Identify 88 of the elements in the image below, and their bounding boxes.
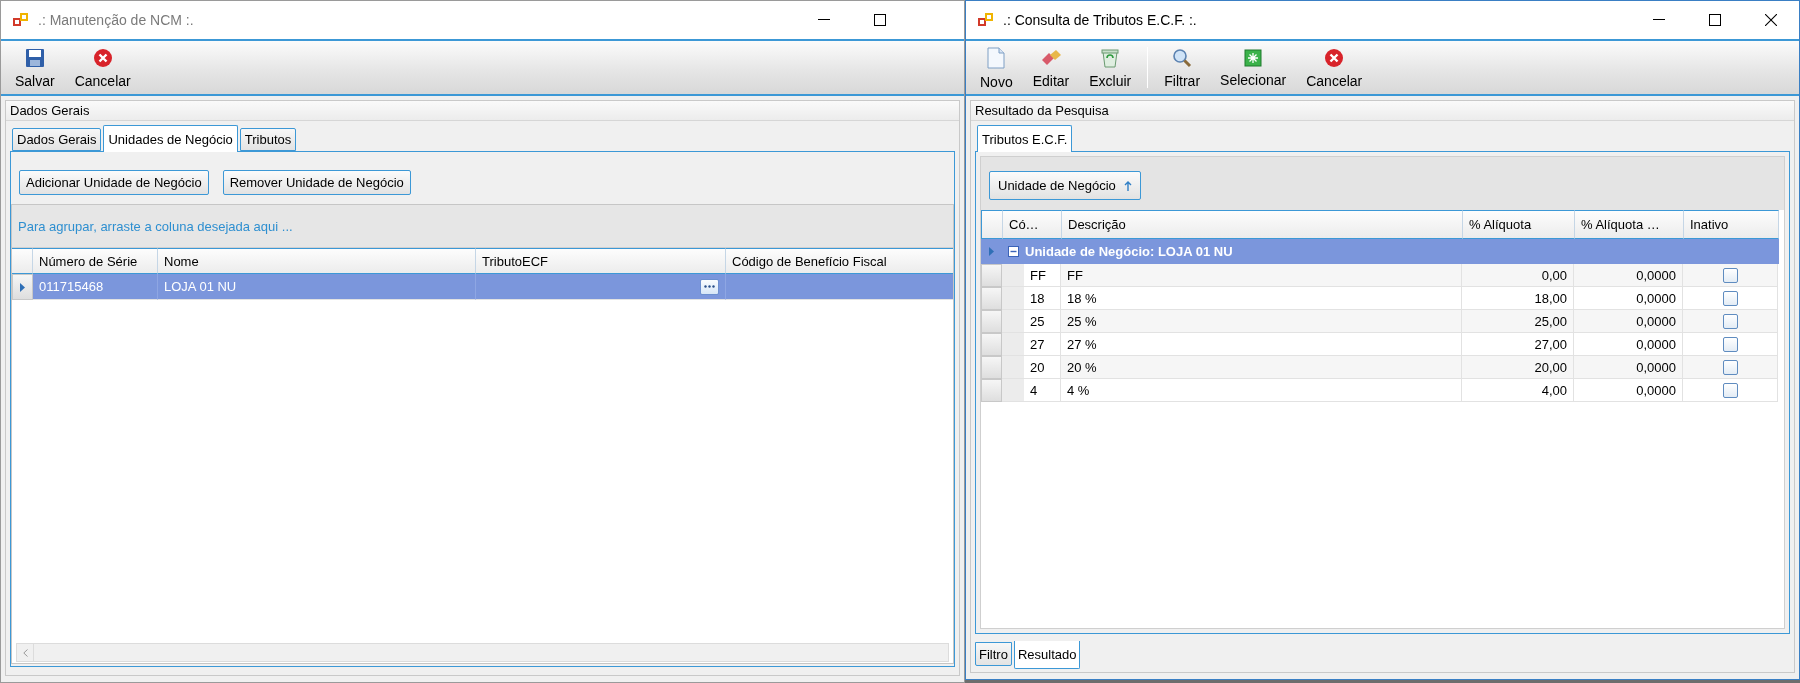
window-title: .: Consulta de Tributos E.C.F. :.	[1003, 12, 1198, 28]
column-header[interactable]: Có…	[1003, 210, 1062, 239]
minimize-icon[interactable]	[1653, 19, 1665, 21]
tab[interactable]: Dados Gerais	[12, 128, 102, 151]
new-document-icon	[987, 47, 1006, 69]
panel-title: Resultado da Pesquisa	[971, 101, 1794, 121]
tab[interactable]: Tributos E.C.F.	[977, 125, 1073, 152]
scroll-left-icon[interactable]	[22, 648, 28, 657]
table-row[interactable]: 20 20 % 20,00 0,0000	[981, 356, 1779, 379]
toolbar-button[interactable]: Cancelar	[1296, 41, 1373, 94]
action-button[interactable]: Adicionar Unidade de Negócio	[19, 170, 209, 195]
action-button[interactable]: Remover Unidade de Negócio	[222, 170, 411, 195]
table-cell: 20	[1002, 356, 1061, 379]
group-label: Unidade de Negócio: LOJA 01 NU	[1025, 244, 1233, 259]
minimize-icon[interactable]	[818, 19, 830, 21]
table-cell: 0,0000	[1574, 379, 1683, 402]
table-cell: 4,00	[1462, 379, 1574, 402]
row-header[interactable]	[12, 274, 33, 300]
row-pointer-icon	[20, 282, 25, 292]
table-cell: 20,00	[1462, 356, 1574, 379]
group-by-button[interactable]: Unidade de Negócio	[989, 171, 1141, 200]
column-header[interactable]: Inativo	[1684, 210, 1779, 239]
save-icon	[24, 48, 45, 68]
header-corner	[982, 210, 1003, 239]
maximize-icon[interactable]	[874, 14, 886, 26]
window-title: .: Manutenção de NCM :.	[38, 12, 195, 28]
tab[interactable]: Filtro	[975, 642, 1012, 666]
checkbox[interactable]	[1722, 382, 1738, 398]
table-cell: FF	[1061, 264, 1462, 287]
app-icon	[977, 12, 995, 28]
column-header[interactable]: Código de Benefício Fiscal	[726, 248, 953, 274]
toolbar-button[interactable]: Cancelar	[64, 41, 141, 94]
table-cell: 18	[1002, 287, 1061, 310]
table-row[interactable]: FF FF 0,00 0,0000	[981, 264, 1779, 287]
tab[interactable]: Tributos	[239, 128, 297, 151]
table-cell: 0,00	[1462, 264, 1574, 287]
toolbar-button[interactable]: Editar	[1022, 41, 1080, 94]
table-cell: 25	[1002, 310, 1061, 333]
table-cell: 27	[1002, 333, 1061, 356]
toolbar-button[interactable]: Novo	[970, 41, 1023, 94]
search-icon	[1172, 48, 1193, 68]
horizontal-scrollbar[interactable]	[16, 643, 949, 662]
toolbar-button[interactable]: Filtrar	[1154, 41, 1211, 94]
ellipsis-button[interactable]	[700, 278, 719, 295]
table-cell: FF	[1002, 264, 1061, 287]
table-row[interactable]: 25 25 % 25,00 0,0000	[981, 310, 1779, 333]
checkbox[interactable]	[1722, 336, 1738, 352]
panel-title: Dados Gerais	[6, 101, 959, 121]
toolbar-button[interactable]: Excluir	[1079, 41, 1142, 94]
table-cell: LOJA 01 NU	[158, 274, 476, 300]
tab[interactable]: Unidades de Negócio	[103, 125, 238, 152]
table-cell: 20 %	[1061, 356, 1462, 379]
table-cell: 011715468	[33, 274, 158, 300]
more-icon	[704, 285, 715, 288]
row-pointer-icon	[989, 247, 994, 256]
column-header[interactable]: TributoECF	[476, 248, 726, 274]
table-cell: 4 %	[1061, 379, 1462, 402]
toolbar-button[interactable]: Salvar	[5, 41, 65, 94]
column-header[interactable]: % Alíquota	[1463, 210, 1575, 239]
checkbox[interactable]	[1722, 359, 1738, 375]
group-hint: Para agrupar, arraste a coluna desejada aqui ...	[18, 218, 293, 234]
table-cell: 25 %	[1061, 310, 1462, 333]
maximize-icon[interactable]	[1709, 14, 1721, 26]
close-icon[interactable]	[1765, 14, 1777, 26]
app-icon	[12, 12, 30, 28]
collapse-icon[interactable]	[1008, 246, 1019, 257]
checkbox[interactable]	[1722, 313, 1738, 329]
toolbar-button[interactable]: Selecionar	[1210, 41, 1297, 94]
asterisk-square-icon	[1244, 49, 1263, 67]
table-cell: 0,0000	[1574, 356, 1683, 379]
cancel-icon	[92, 48, 113, 68]
column-header[interactable]: % Alíquota …	[1575, 210, 1684, 239]
recycle-bin-icon	[1101, 48, 1120, 68]
table-cell: 25,00	[1462, 310, 1574, 333]
table-row[interactable]: 18 18 % 18,00 0,0000	[981, 287, 1779, 310]
table-cell: 0,0000	[1574, 264, 1683, 287]
checkbox[interactable]	[1722, 267, 1738, 283]
table-row[interactable]: 4 4 % 4,00 0,0000	[981, 379, 1779, 402]
column-header[interactable]: Descrição	[1062, 210, 1463, 239]
table-cell: 0,0000	[1574, 310, 1683, 333]
column-header[interactable]: Número de Série	[33, 248, 158, 274]
column-header[interactable]: Nome	[158, 248, 476, 274]
table-cell: 4	[1002, 379, 1061, 402]
sort-up-icon	[1123, 180, 1132, 191]
cancel-icon	[1324, 48, 1345, 68]
table-row[interactable]: 27 27 % 27,00 0,0000	[981, 333, 1779, 356]
checkbox[interactable]	[1722, 290, 1738, 306]
tab[interactable]: Resultado	[1013, 641, 1081, 669]
